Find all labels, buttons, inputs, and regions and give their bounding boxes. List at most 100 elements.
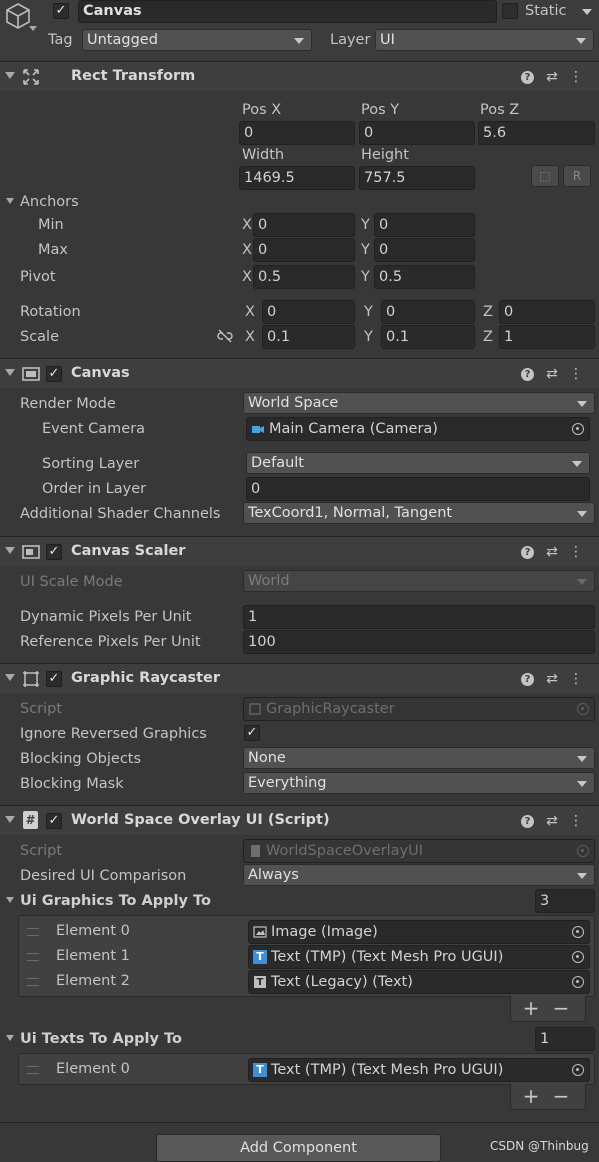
rotation-y-field[interactable]: 0 bbox=[381, 300, 475, 324]
graphic-raycaster-header[interactable]: ✓ Graphic Raycaster ? ⇄ ⋮ bbox=[0, 663, 599, 693]
object-picker-icon[interactable] bbox=[572, 423, 584, 435]
preset-icon[interactable]: ⇄ bbox=[543, 812, 561, 830]
link-icon[interactable] bbox=[216, 329, 234, 343]
graphics-list-label: Ui Graphics To Apply To bbox=[20, 893, 211, 909]
order-in-layer-field[interactable]: 0 bbox=[246, 477, 590, 501]
kebab-menu-icon[interactable]: ⋮ bbox=[567, 670, 585, 688]
anchor-max-y-field[interactable]: 0 bbox=[374, 238, 475, 262]
overlay-enabled-checkbox[interactable]: ✓ bbox=[46, 813, 62, 829]
add-component-button[interactable]: Add Component bbox=[156, 1134, 441, 1162]
add-element-button[interactable]: + bbox=[521, 998, 541, 1018]
kebab-menu-icon[interactable]: ⋮ bbox=[567, 543, 585, 561]
help-icon[interactable]: ? bbox=[521, 673, 534, 686]
help-icon[interactable]: ? bbox=[521, 368, 534, 381]
anchors-label: Anchors bbox=[20, 194, 79, 210]
fold-arrow-icon[interactable] bbox=[5, 72, 15, 79]
anchor-min-x-field[interactable]: 0 bbox=[253, 213, 355, 237]
width-field[interactable]: 1469.5 bbox=[239, 166, 355, 190]
fold-arrow-icon[interactable] bbox=[5, 816, 15, 823]
layer-dropdown[interactable]: UI bbox=[375, 29, 594, 51]
desired-comparison-dropdown[interactable]: Always bbox=[243, 864, 595, 886]
static-dropdown-caret[interactable] bbox=[582, 9, 592, 15]
overlay-script-header[interactable]: # ✓ World Space Overlay UI (Script) ? ⇄ … bbox=[0, 805, 599, 835]
texts-list-fold-icon[interactable] bbox=[6, 1035, 14, 1041]
canvas-scaler-enabled-checkbox[interactable]: ✓ bbox=[46, 544, 62, 560]
shader-channels-dropdown[interactable]: TexCoord1, Normal, Tangent bbox=[243, 502, 595, 524]
rotation-z-field[interactable]: 0 bbox=[499, 300, 595, 324]
raycaster-script-field: GraphicRaycaster bbox=[243, 697, 595, 721]
help-icon[interactable]: ? bbox=[521, 815, 534, 828]
anchors-fold-icon[interactable] bbox=[6, 198, 14, 204]
rotation-x-field[interactable]: 0 bbox=[262, 300, 355, 324]
drag-handle-icon[interactable] bbox=[27, 928, 39, 936]
canvas-component-header[interactable]: ✓ Canvas ? ⇄ ⋮ bbox=[0, 358, 599, 388]
pivot-x-field[interactable]: 0.5 bbox=[253, 265, 355, 289]
fold-arrow-icon[interactable] bbox=[5, 369, 15, 376]
anchor-max-x-field[interactable]: 0 bbox=[253, 238, 355, 262]
kebab-menu-icon[interactable]: ⋮ bbox=[567, 365, 585, 383]
pivot-y-field[interactable]: 0.5 bbox=[374, 265, 475, 289]
preset-icon[interactable]: ⇄ bbox=[543, 670, 561, 688]
drag-handle-icon[interactable] bbox=[27, 1066, 39, 1074]
anchor-min-y-field[interactable]: 0 bbox=[374, 213, 475, 237]
element-object-field[interactable]: T Text (TMP) (Text Mesh Pro UGUI) bbox=[248, 1058, 590, 1082]
graphics-list-size-field[interactable]: 3 bbox=[535, 889, 595, 913]
axis-y-label: Y bbox=[361, 269, 370, 285]
graphics-list-fold-icon[interactable] bbox=[6, 897, 14, 903]
object-picker-icon[interactable] bbox=[572, 926, 584, 938]
reference-ppu-field[interactable]: 100 bbox=[243, 630, 595, 654]
render-mode-label: Render Mode bbox=[20, 396, 116, 412]
kebab-menu-icon[interactable]: ⋮ bbox=[567, 812, 585, 830]
canvas-scaler-header[interactable]: ✓ Canvas Scaler ? ⇄ ⋮ bbox=[0, 536, 599, 566]
object-picker-icon[interactable] bbox=[572, 1064, 584, 1076]
help-icon[interactable]: ? bbox=[521, 71, 534, 84]
preset-icon[interactable]: ⇄ bbox=[543, 543, 561, 561]
gameobject-active-checkbox[interactable]: ✓ bbox=[53, 3, 69, 19]
texts-list-size-field[interactable]: 1 bbox=[535, 1027, 595, 1051]
render-mode-dropdown[interactable]: World Space bbox=[243, 392, 595, 414]
pos-x-field[interactable]: 0 bbox=[239, 121, 355, 145]
sorting-layer-dropdown[interactable]: Default bbox=[246, 452, 590, 474]
list-item: Element 0 T Text (TMP) (Text Mesh Pro UG… bbox=[18, 1057, 595, 1082]
blocking-mask-dropdown[interactable]: Everything bbox=[243, 772, 595, 794]
remove-element-button[interactable]: − bbox=[551, 1086, 571, 1106]
element-label: Element 2 bbox=[56, 973, 130, 989]
drag-handle-icon[interactable] bbox=[27, 978, 39, 986]
blueprint-mode-button[interactable]: ⬚ bbox=[531, 165, 559, 187]
scale-x-field[interactable]: 0.1 bbox=[262, 325, 355, 349]
preset-icon[interactable]: ⇄ bbox=[543, 68, 561, 86]
fold-arrow-icon[interactable] bbox=[5, 674, 15, 681]
pos-z-field[interactable]: 5.6 bbox=[478, 121, 595, 145]
raw-edit-button[interactable]: R bbox=[563, 165, 591, 187]
chevron-down-icon[interactable] bbox=[29, 26, 37, 31]
pos-y-field[interactable]: 0 bbox=[359, 121, 475, 145]
dynamic-ppu-field[interactable]: 1 bbox=[243, 605, 595, 629]
preset-icon[interactable]: ⇄ bbox=[543, 365, 561, 383]
gameobject-name-field[interactable]: Canvas bbox=[78, 0, 497, 23]
blocking-objects-dropdown[interactable]: None bbox=[243, 747, 595, 769]
axis-x-label: X bbox=[242, 269, 252, 285]
event-camera-field[interactable]: Main Camera (Camera) bbox=[246, 417, 590, 441]
kebab-menu-icon[interactable]: ⋮ bbox=[567, 68, 585, 86]
object-picker-icon[interactable] bbox=[572, 976, 584, 988]
static-checkbox[interactable] bbox=[502, 3, 518, 19]
rect-transform-header[interactable]: Rect Transform ? ⇄ ⋮ bbox=[0, 61, 599, 91]
remove-element-button[interactable]: − bbox=[551, 998, 571, 1018]
raycaster-enabled-checkbox[interactable]: ✓ bbox=[46, 671, 62, 687]
help-icon[interactable]: ? bbox=[521, 546, 534, 559]
element-object-field[interactable]: Image (Image) bbox=[248, 920, 590, 944]
ignore-reversed-checkbox[interactable]: ✓ bbox=[244, 725, 260, 741]
scale-z-field[interactable]: 1 bbox=[499, 325, 595, 349]
element-object-field[interactable]: T Text (Legacy) (Text) bbox=[248, 970, 590, 994]
element-object-field[interactable]: T Text (TMP) (Text Mesh Pro UGUI) bbox=[248, 945, 590, 969]
height-field[interactable]: 757.5 bbox=[359, 166, 475, 190]
tag-dropdown[interactable]: Untagged bbox=[82, 29, 312, 51]
fold-arrow-icon[interactable] bbox=[5, 547, 15, 554]
add-element-button[interactable]: + bbox=[521, 1086, 541, 1106]
script-icon bbox=[249, 703, 261, 715]
scale-y-field[interactable]: 0.1 bbox=[381, 325, 475, 349]
canvas-enabled-checkbox[interactable]: ✓ bbox=[46, 366, 62, 382]
object-picker-icon[interactable] bbox=[572, 951, 584, 963]
drag-handle-icon[interactable] bbox=[27, 953, 39, 961]
anchors-max-label: Max bbox=[38, 242, 68, 258]
